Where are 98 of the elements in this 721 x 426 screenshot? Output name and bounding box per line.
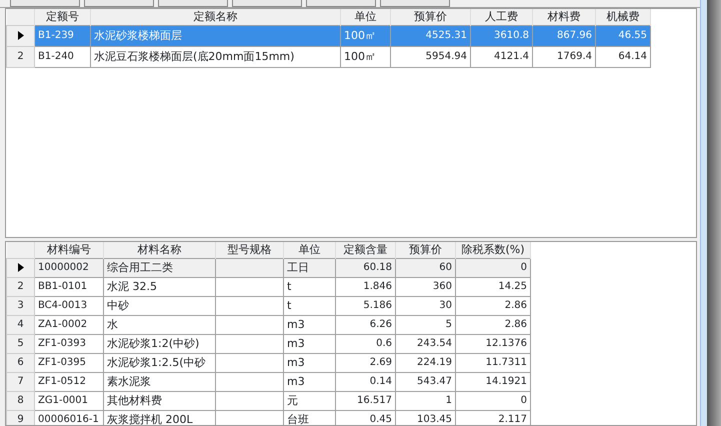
- table-cell: BC4-0013: [38, 300, 88, 311]
- table-cell: 灰浆搅拌机 200L: [107, 413, 193, 425]
- table-cell: 2.69: [370, 357, 392, 368]
- column-header[interactable]: 定额号: [34, 9, 90, 25]
- tab-edge[interactable]: [10, 0, 80, 7]
- table-cell: 0.45: [370, 414, 392, 425]
- column-header[interactable]: 材料编号: [34, 242, 104, 258]
- table-cell: 2.86: [504, 319, 527, 330]
- table-cell: ZG1-0001: [38, 395, 88, 406]
- table-cell: 2.86: [504, 300, 527, 311]
- table-cell: B1-240: [38, 51, 74, 62]
- table-cell: ZF1-0393: [38, 338, 86, 349]
- table-cell: 1: [446, 395, 452, 406]
- row-number: 2: [17, 51, 24, 62]
- table-cell: 103.45: [417, 414, 452, 425]
- table-cell: 60: [439, 262, 452, 273]
- table-cell: 水泥 32.5: [107, 280, 157, 293]
- table-cell: 0.14: [370, 376, 392, 387]
- table-cell: 水泥砂浆1:2(中砂): [107, 337, 200, 350]
- table-cell: 1.846: [363, 281, 392, 292]
- row-number: 6: [17, 357, 24, 368]
- table-cell: 30: [439, 300, 452, 311]
- table-cell: ZF1-0395: [38, 357, 86, 368]
- row-number: 7: [17, 376, 24, 387]
- table-cell: 4121.4: [494, 51, 529, 62]
- table-cell: 10000002: [38, 262, 89, 273]
- table-cell: 5: [446, 319, 452, 330]
- column-header[interactable]: 除税系数(%): [456, 242, 530, 258]
- column-header[interactable]: 机械费: [596, 9, 650, 25]
- table-cell: 台班: [287, 413, 309, 425]
- row-number: 9: [17, 414, 24, 425]
- column-header[interactable]: 人工费: [470, 9, 532, 25]
- table-cell: 60.18: [363, 262, 392, 273]
- row-number: 3: [17, 300, 24, 311]
- column-header[interactable]: 预算价: [396, 242, 456, 258]
- table-cell: 5.186: [363, 300, 392, 311]
- tab-edge[interactable]: [158, 0, 228, 7]
- table-cell: 2.117: [498, 414, 527, 425]
- column-header[interactable]: 材料费: [532, 9, 596, 25]
- table-cell: 867.96: [557, 30, 592, 41]
- table-cell: 12.1376: [486, 338, 527, 349]
- table-cell: 11.7311: [486, 357, 527, 368]
- table-cell: 水泥砂浆1:2.5(中砂: [107, 356, 206, 369]
- table-cell: t: [287, 280, 292, 293]
- table-cell: 16.517: [357, 395, 392, 406]
- row-number: 2: [17, 281, 24, 292]
- table-cell: 6.26: [370, 319, 392, 330]
- table-cell: 00006016-1: [38, 414, 99, 425]
- table-cell: 243.54: [417, 338, 452, 349]
- table-cell: m3: [287, 375, 305, 388]
- table-cell: m3: [287, 356, 305, 369]
- table-cell: 360: [432, 281, 452, 292]
- column-header[interactable]: 单位: [284, 242, 336, 258]
- column-header[interactable]: 单位: [340, 9, 390, 25]
- row-number: 5: [17, 338, 24, 349]
- row-number: 4: [17, 319, 24, 330]
- table-cell: 0.6: [376, 338, 392, 349]
- tab-edge[interactable]: [306, 0, 376, 7]
- table-cell: 46.55: [618, 30, 647, 41]
- table-cell: m3: [287, 337, 305, 350]
- column-header[interactable]: 预算价: [390, 9, 470, 25]
- table-cell: 4525.31: [426, 30, 467, 41]
- table-cell: m3: [287, 318, 305, 331]
- table-cell: 综合用工二类: [107, 261, 173, 274]
- table-cell: 543.47: [417, 376, 452, 387]
- table-cell: 0: [520, 395, 527, 406]
- table-cell: 64.14: [618, 51, 647, 62]
- table-cell: BB1-0101: [38, 281, 88, 292]
- table-cell: 中砂: [107, 299, 129, 312]
- table-cell: B1-239: [38, 30, 74, 41]
- table-cell: 水: [107, 318, 118, 331]
- column-header[interactable]: 定额含量: [336, 242, 396, 258]
- row-number: 8: [17, 395, 24, 406]
- table-cell: 3610.8: [494, 30, 529, 41]
- table-cell: 100㎡: [344, 29, 376, 42]
- table-cell: 224.19: [417, 357, 452, 368]
- table-cell: 1769.4: [557, 51, 592, 62]
- table-cell: ZF1-0512: [38, 376, 86, 387]
- table-cell: 100㎡: [344, 50, 376, 63]
- column-header[interactable]: 型号规格: [216, 242, 284, 258]
- table-cell: 水泥豆石浆楼梯面层(底20mm面15mm): [94, 50, 294, 63]
- table-cell: 5954.94: [426, 51, 467, 62]
- table-cell: 水泥砂浆楼梯面层: [94, 29, 182, 42]
- scrollbar[interactable]: [700, 0, 707, 426]
- column-header[interactable]: 材料名称: [104, 242, 216, 258]
- table-cell: 工日: [287, 261, 309, 274]
- tab-edge[interactable]: [84, 0, 154, 7]
- tab-edge[interactable]: [380, 0, 450, 7]
- table-cell: 其他材料费: [107, 394, 162, 407]
- table-cell: 0: [520, 262, 527, 273]
- table-cell: 14.25: [498, 281, 527, 292]
- table-cell: 素水泥浆: [107, 375, 151, 388]
- table-cell: 14.1921: [486, 376, 527, 387]
- table-cell: t: [287, 299, 292, 312]
- table-cell: ZA1-0002: [38, 319, 88, 330]
- tab-edge[interactable]: [232, 0, 302, 7]
- column-header[interactable]: 定额名称: [90, 9, 340, 25]
- table-cell: 元: [287, 394, 298, 407]
